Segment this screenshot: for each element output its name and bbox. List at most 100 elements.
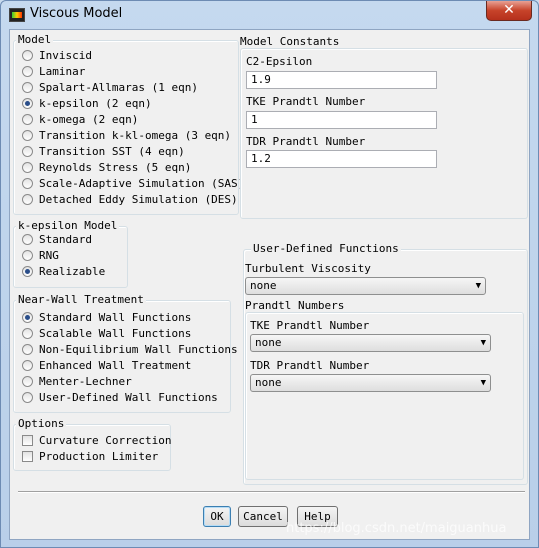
tke-prandtl-label: TKE Prandtl Number <box>246 95 366 108</box>
near-wall-option[interactable]: Menter-Lechner <box>22 374 132 390</box>
near-wall-option-label: Enhanced Wall Treatment <box>39 359 192 372</box>
model-option[interactable]: Detached Eddy Simulation (DES) <box>22 192 238 208</box>
near-wall-option-label: Standard Wall Functions <box>39 311 192 324</box>
chevron-down-icon: ▼ <box>480 338 486 348</box>
model-option[interactable]: k-epsilon (2 eqn) <box>22 96 152 112</box>
radio-unselected-icon[interactable] <box>22 234 33 245</box>
udf-tdr-prandtl-dropdown[interactable]: none ▼ <box>250 374 491 392</box>
checkbox-unchecked-icon[interactable] <box>22 451 33 462</box>
radio-unselected-icon[interactable] <box>22 344 33 355</box>
near-wall-option[interactable]: User-Defined Wall Functions <box>22 390 218 406</box>
near-wall-option[interactable]: Enhanced Wall Treatment <box>22 358 191 374</box>
udf-tke-prandtl-dropdown[interactable]: none ▼ <box>250 334 491 352</box>
radio-unselected-icon[interactable] <box>22 178 33 189</box>
watermark-text: https://blog.csdn.net/maiguanhua <box>286 521 507 536</box>
options-option[interactable]: Production Limiter <box>22 449 158 465</box>
model-constants-group: C2-Epsilon 1.9 TKE Prandtl Number 1 TDR … <box>240 48 528 219</box>
close-button[interactable]: ✕ <box>486 1 532 21</box>
prandtl-numbers-group: TKE Prandtl Number none ▼ TDR Prandtl Nu… <box>245 312 524 480</box>
radio-unselected-icon[interactable] <box>22 146 33 157</box>
udf-tdr-prandtl-label: TDR Prandtl Number <box>250 359 370 372</box>
radio-selected-icon[interactable] <box>22 312 33 323</box>
options-option-label: Curvature Correction <box>39 434 172 447</box>
near-wall-group: Near-Wall Treatment Standard Wall Functi… <box>13 293 238 413</box>
radio-unselected-icon[interactable] <box>22 360 33 371</box>
kepsilon-model-group: k-epsilon Model Standard RNG Realizable <box>13 219 128 288</box>
kepsilon-option-label: Realizable <box>39 265 106 278</box>
model-option-label: Laminar <box>39 65 86 78</box>
model-option[interactable]: Transition SST (4 eqn) <box>22 144 185 160</box>
radio-unselected-icon[interactable] <box>22 392 33 403</box>
model-option[interactable]: Laminar <box>22 64 85 80</box>
radio-selected-icon[interactable] <box>22 98 33 109</box>
model-option-label: Spalart-Allmaras (1 eqn) <box>39 81 198 94</box>
model-option[interactable]: k-omega (2 eqn) <box>22 112 138 128</box>
kepsilon-group-title: k-epsilon Model <box>16 219 120 233</box>
udf-tdr-prandtl-value: none <box>255 376 282 389</box>
kepsilon-option[interactable]: RNG <box>22 248 59 264</box>
kepsilon-option-label: Standard <box>39 233 92 246</box>
options-option-label: Production Limiter <box>39 450 159 463</box>
options-option[interactable]: Curvature Correction <box>22 433 171 449</box>
model-option-label: Transition k-kl-omega (3 eqn) <box>39 129 232 142</box>
udf-tke-prandtl-value: none <box>255 336 282 349</box>
radio-unselected-icon[interactable] <box>22 328 33 339</box>
kepsilon-option[interactable]: Realizable <box>22 264 105 280</box>
near-wall-option[interactable]: Non-Equilibrium Wall Functions <box>22 342 238 358</box>
udf-group: User-Defined Functions Turbulent Viscosi… <box>243 242 528 485</box>
near-wall-option-label: User-Defined Wall Functions <box>39 391 218 404</box>
tke-prandtl-input[interactable]: 1 <box>246 111 437 129</box>
radio-unselected-icon[interactable] <box>22 250 33 261</box>
dialog-window: Viscous Model ✕ Model Inviscid Laminar Spa… <box>0 0 539 548</box>
udf-tke-prandtl-label: TKE Prandtl Number <box>250 319 370 332</box>
radio-unselected-icon[interactable] <box>22 114 33 125</box>
model-option[interactable]: Scale-Adaptive Simulation (SAS) <box>22 176 244 192</box>
radio-unselected-icon[interactable] <box>22 50 33 61</box>
window-title: Viscous Model <box>30 6 123 21</box>
checkbox-unchecked-icon[interactable] <box>22 435 33 446</box>
prandtl-numbers-title: Prandtl Numbers <box>245 299 345 312</box>
model-group-title: Model <box>16 33 54 47</box>
near-wall-option[interactable]: Scalable Wall Functions <box>22 326 191 342</box>
radio-unselected-icon[interactable] <box>22 82 33 93</box>
tdr-prandtl-label: TDR Prandtl Number <box>246 135 366 148</box>
kepsilon-option-label: RNG <box>39 249 59 262</box>
model-option[interactable]: Reynolds Stress (5 eqn) <box>22 160 191 176</box>
chevron-down-icon: ▼ <box>480 378 486 388</box>
radio-unselected-icon[interactable] <box>22 376 33 387</box>
kepsilon-option[interactable]: Standard <box>22 232 92 248</box>
tdr-prandtl-input[interactable]: 1.2 <box>246 150 437 168</box>
button-separator <box>18 491 525 493</box>
model-constants-title: Model Constants <box>240 35 340 48</box>
model-option[interactable]: Inviscid <box>22 48 92 64</box>
ok-button[interactable]: OK <box>203 506 231 527</box>
near-wall-option-label: Scalable Wall Functions <box>39 327 192 340</box>
radio-unselected-icon[interactable] <box>22 194 33 205</box>
model-option-label: k-epsilon (2 eqn) <box>39 97 152 110</box>
dialog-client-area: Model Inviscid Laminar Spalart-Allmaras (1… <box>9 29 530 540</box>
c2-epsilon-label: C2-Epsilon <box>246 55 313 68</box>
near-wall-option-label: Non-Equilibrium Wall Functions <box>39 343 238 356</box>
turbulent-viscosity-value: none <box>250 279 277 292</box>
model-option-label: k-omega (2 eqn) <box>39 113 139 126</box>
near-wall-group-title: Near-Wall Treatment <box>16 293 146 307</box>
cancel-button[interactable]: Cancel <box>238 506 288 527</box>
model-option-label: Scale-Adaptive Simulation (SAS) <box>39 177 245 190</box>
near-wall-option-label: Menter-Lechner <box>39 375 132 388</box>
near-wall-option[interactable]: Standard Wall Functions <box>22 310 191 326</box>
title-bar[interactable]: Viscous Model ✕ <box>1 1 538 29</box>
options-group-title: Options <box>16 417 67 431</box>
model-option-label: Reynolds Stress (5 eqn) <box>39 161 192 174</box>
turbulent-viscosity-dropdown[interactable]: none ▼ <box>245 277 486 295</box>
model-option[interactable]: Spalart-Allmaras (1 eqn) <box>22 80 198 96</box>
radio-unselected-icon[interactable] <box>22 66 33 77</box>
chevron-down-icon: ▼ <box>475 281 481 291</box>
radio-unselected-icon[interactable] <box>22 162 33 173</box>
radio-selected-icon[interactable] <box>22 266 33 277</box>
radio-unselected-icon[interactable] <box>22 130 33 141</box>
c2-epsilon-input[interactable]: 1.9 <box>246 71 437 89</box>
model-option-label: Detached Eddy Simulation (DES) <box>39 193 238 206</box>
model-group: Model Inviscid Laminar Spalart-Allmaras (1… <box>13 33 244 215</box>
fluent-app-icon <box>9 8 25 22</box>
model-option[interactable]: Transition k-kl-omega (3 eqn) <box>22 128 231 144</box>
